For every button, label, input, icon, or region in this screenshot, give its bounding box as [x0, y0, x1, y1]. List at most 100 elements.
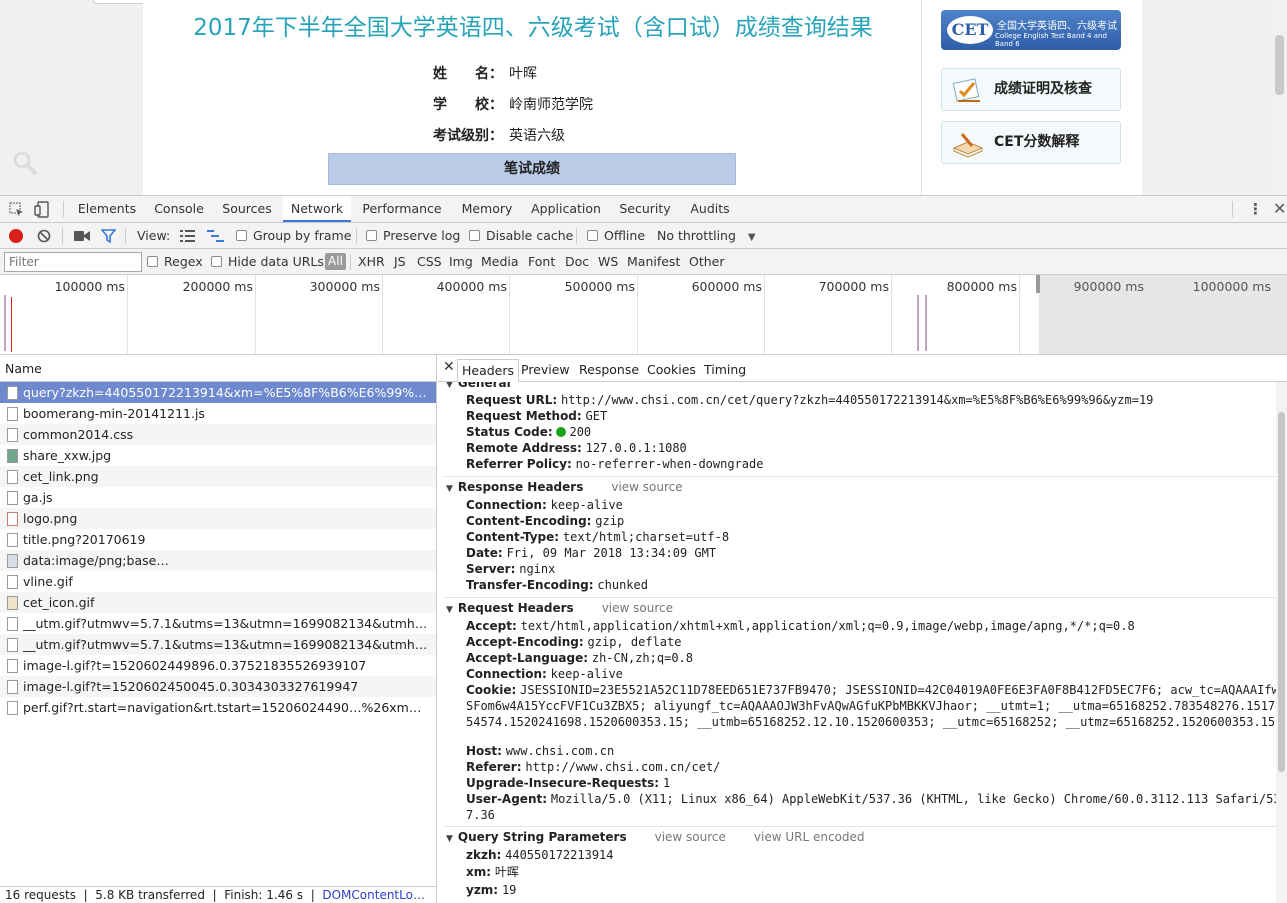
close-devtools-icon[interactable]: ✕ [1273, 198, 1286, 220]
filter-type-manifest[interactable]: Manifest [627, 249, 680, 274]
score-certificate-button[interactable]: 成绩证明及核查 [941, 68, 1121, 111]
group-by-frame-checkbox[interactable]: Group by frame [236, 223, 351, 248]
view-source-link[interactable]: view source [655, 830, 726, 844]
request-row[interactable]: query?zkzh=440550172213914&xm=%E5%8F%B6%… [0, 382, 436, 403]
request-row[interactable]: title.png?20170619 [0, 529, 436, 550]
throttling-select[interactable]: No throttling ▼ [657, 223, 756, 248]
header-key: Server: [466, 562, 516, 576]
overview-request-bar [4, 295, 6, 351]
tab-performance[interactable]: Performance [357, 196, 447, 222]
clear-icon[interactable] [37, 229, 51, 243]
request-row[interactable]: boomerang-min-20141211.js [0, 403, 436, 424]
details-tab-cookies[interactable]: Cookies [643, 359, 700, 382]
inspect-element-icon[interactable] [9, 202, 24, 217]
tab-security[interactable]: Security [613, 196, 677, 222]
large-rows-icon[interactable] [180, 230, 195, 242]
overview-range-handle[interactable] [1036, 275, 1040, 293]
request-row[interactable]: vline.gif [0, 571, 436, 592]
request-row[interactable]: cet_icon.gif [0, 592, 436, 613]
param-key: yzm: [466, 883, 499, 897]
column-header-name[interactable]: Name [0, 355, 436, 382]
checkbox-box[interactable] [236, 230, 247, 241]
checkbox-box[interactable] [587, 230, 598, 241]
record-icon[interactable] [9, 229, 23, 243]
filter-type-doc[interactable]: Doc [565, 249, 589, 274]
section-divider [444, 826, 1284, 827]
request-row[interactable]: __utm.gif?utmwv=5.7.1&utms=13&utmn=16990… [0, 634, 436, 655]
tab-elements[interactable]: Elements [72, 196, 142, 222]
section-general[interactable]: ▼ General [446, 382, 511, 390]
hide-data-urls-checkbox[interactable]: Hide data URLs [211, 249, 324, 274]
filter-type-css[interactable]: CSS [417, 249, 442, 274]
header-row-user-agent: User-Agent: Mozilla/5.0 (X11; Linux x86_… [466, 791, 1284, 823]
header-value: JSESSIONID=23E5521A52C11D78EED651E737FB9… [466, 683, 1283, 729]
request-row[interactable]: perf.gif?rt.start=navigation&rt.tstart=1… [0, 697, 436, 718]
request-row[interactable]: image-l.gif?t=1520602450045.0.3034303327… [0, 676, 436, 697]
request-row[interactable]: cet_link.png [0, 466, 436, 487]
section-divider [444, 597, 1284, 598]
filter-type-xhr[interactable]: XHR [358, 249, 385, 274]
tab-application[interactable]: Application [527, 196, 605, 222]
overview-tick-label: 400000 ms [436, 279, 507, 294]
section-response-headers[interactable]: ▼ Response Headers view source [446, 480, 683, 494]
preserve-log-checkbox[interactable]: Preserve log [366, 223, 460, 248]
request-row[interactable]: data:image/png;base… [0, 550, 436, 571]
disable-cache-checkbox[interactable]: Disable cache [469, 223, 573, 248]
details-scrollbar[interactable] [1276, 382, 1287, 903]
more-options-icon[interactable]: ⋮ [1248, 199, 1263, 219]
view-source-link[interactable]: view source [602, 601, 673, 615]
request-row[interactable]: share_xxw.jpg [0, 445, 436, 466]
filter-type-other[interactable]: Other [689, 249, 725, 274]
device-toolbar-icon[interactable] [34, 201, 50, 218]
request-row[interactable]: common2014.css [0, 424, 436, 445]
details-tab-headers[interactable]: Headers [457, 359, 520, 382]
view-source-link[interactable]: view source [611, 480, 682, 494]
checkbox-box[interactable] [147, 256, 158, 267]
tab-console[interactable]: Console [147, 196, 211, 222]
filter-type-media[interactable]: Media [481, 249, 519, 274]
waterfall-icon[interactable] [207, 230, 224, 242]
filter-icon[interactable] [101, 229, 116, 243]
details-tab-response[interactable]: Response [575, 359, 643, 382]
page-scrollbar[interactable] [1272, 0, 1287, 195]
header-key: Request URL: [466, 393, 558, 407]
filter-type-font[interactable]: Font [528, 249, 555, 274]
filter-type-js[interactable]: JS [394, 249, 406, 274]
request-row[interactable]: __utm.gif?utmwv=5.7.1&utms=13&utmn=16990… [0, 613, 436, 634]
details-tab-preview[interactable]: Preview [517, 359, 574, 382]
offline-checkbox[interactable]: Offline [587, 223, 645, 248]
regex-checkbox[interactable]: Regex [147, 249, 203, 274]
filter-type-img[interactable]: Img [449, 249, 473, 274]
filter-type-ws[interactable]: WS [598, 249, 618, 274]
request-row[interactable]: logo.png [0, 508, 436, 529]
overview-gridline [255, 275, 256, 354]
details-tab-timing[interactable]: Timing [700, 359, 750, 382]
view-url-encoded-link[interactable]: view URL encoded [754, 830, 865, 844]
tab-audits[interactable]: Audits [684, 196, 736, 222]
page-scrollbar-thumb[interactable] [1275, 35, 1284, 95]
cet-logo[interactable]: CET 全国大学英语四、六级考试 College English Test Ba… [941, 10, 1121, 50]
zoom-icon[interactable] [12, 150, 38, 176]
request-row[interactable]: image-l.gif?t=1520602449896.0.3752183552… [0, 655, 436, 676]
param-key: zkzh: [466, 848, 502, 862]
filter-all-button[interactable]: All [325, 253, 346, 270]
network-overview[interactable]: 100000 ms 200000 ms 300000 ms 400000 ms … [0, 275, 1287, 355]
info-row-name: 姓 名： 叶晖 [433, 63, 537, 83]
tab-memory[interactable]: Memory [455, 196, 519, 222]
close-details-icon[interactable]: ✕ [443, 359, 455, 375]
section-request-headers[interactable]: ▼ Request Headers view source [446, 601, 673, 615]
details-scrollbar-thumb[interactable] [1278, 412, 1285, 772]
separator [576, 228, 577, 244]
tab-sources[interactable]: Sources [216, 196, 278, 222]
checkbox-label: Preserve log [383, 228, 461, 243]
header-value: Fri, 09 Mar 2018 13:34:09 GMT [506, 546, 717, 560]
capture-screenshots-icon[interactable] [74, 230, 90, 242]
checkbox-box[interactable] [469, 230, 480, 241]
section-query-params[interactable]: ▼ Query String Parameters view source view … [446, 830, 865, 844]
tab-network[interactable]: Network [283, 196, 351, 222]
cet-score-explain-button[interactable]: CET分数解释 [941, 121, 1121, 164]
filter-input[interactable] [4, 252, 142, 272]
checkbox-box[interactable] [211, 256, 222, 267]
checkbox-box[interactable] [366, 230, 377, 241]
request-row[interactable]: ga.js [0, 487, 436, 508]
